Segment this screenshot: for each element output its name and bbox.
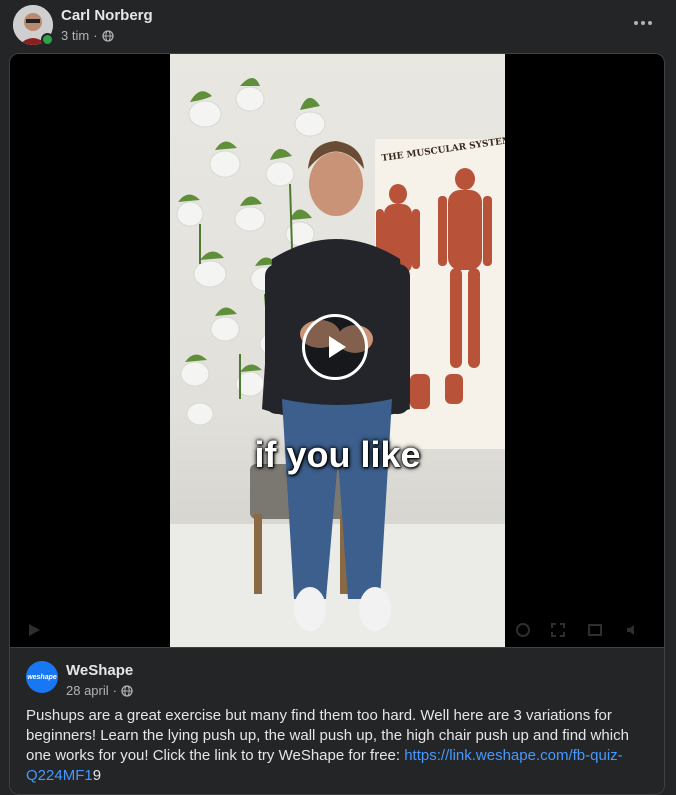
play-button[interactable] bbox=[302, 314, 368, 380]
play-small-icon[interactable] bbox=[26, 622, 42, 638]
page-name[interactable]: WeShape bbox=[66, 662, 133, 679]
more-options-button[interactable] bbox=[626, 8, 660, 38]
globe-icon bbox=[101, 29, 114, 42]
shared-post-meta: 28 april · bbox=[66, 683, 133, 698]
weshape-logo[interactable]: weshape bbox=[26, 661, 58, 693]
more-dots-icon bbox=[634, 21, 638, 25]
post-text: Pushups are a great exercise but many fi… bbox=[26, 706, 646, 786]
author-name[interactable]: Carl Norberg bbox=[61, 7, 153, 24]
meta-separator: · bbox=[112, 683, 117, 698]
post-time[interactable]: 3 tim bbox=[61, 28, 89, 43]
play-icon bbox=[329, 336, 346, 358]
settings-icon[interactable] bbox=[515, 622, 531, 638]
video-caption: if you like bbox=[254, 434, 421, 475]
video-controls bbox=[10, 614, 664, 647]
shared-post-info: weshape WeShape 28 april · Pushups are a… bbox=[10, 647, 664, 794]
more-dot bbox=[641, 21, 645, 25]
meta-separator: · bbox=[93, 28, 98, 43]
video-player[interactable]: THE MUSCULAR SYSTEM if you like bbox=[10, 54, 664, 647]
fullscreen-icon[interactable] bbox=[550, 622, 566, 638]
post-link-suffix: 9 bbox=[92, 767, 102, 784]
shared-post-date[interactable]: 28 april bbox=[66, 683, 109, 698]
post-meta: 3 tim · bbox=[61, 28, 114, 43]
more-dot bbox=[648, 21, 652, 25]
picture-in-picture-icon[interactable] bbox=[587, 622, 603, 638]
volume-icon[interactable] bbox=[625, 622, 641, 638]
post-header: Carl Norberg 3 tim · bbox=[0, 0, 676, 54]
online-status-dot bbox=[41, 33, 54, 46]
globe-icon bbox=[121, 684, 133, 697]
shared-post-card: THE MUSCULAR SYSTEM if you like weshape … bbox=[9, 53, 665, 795]
